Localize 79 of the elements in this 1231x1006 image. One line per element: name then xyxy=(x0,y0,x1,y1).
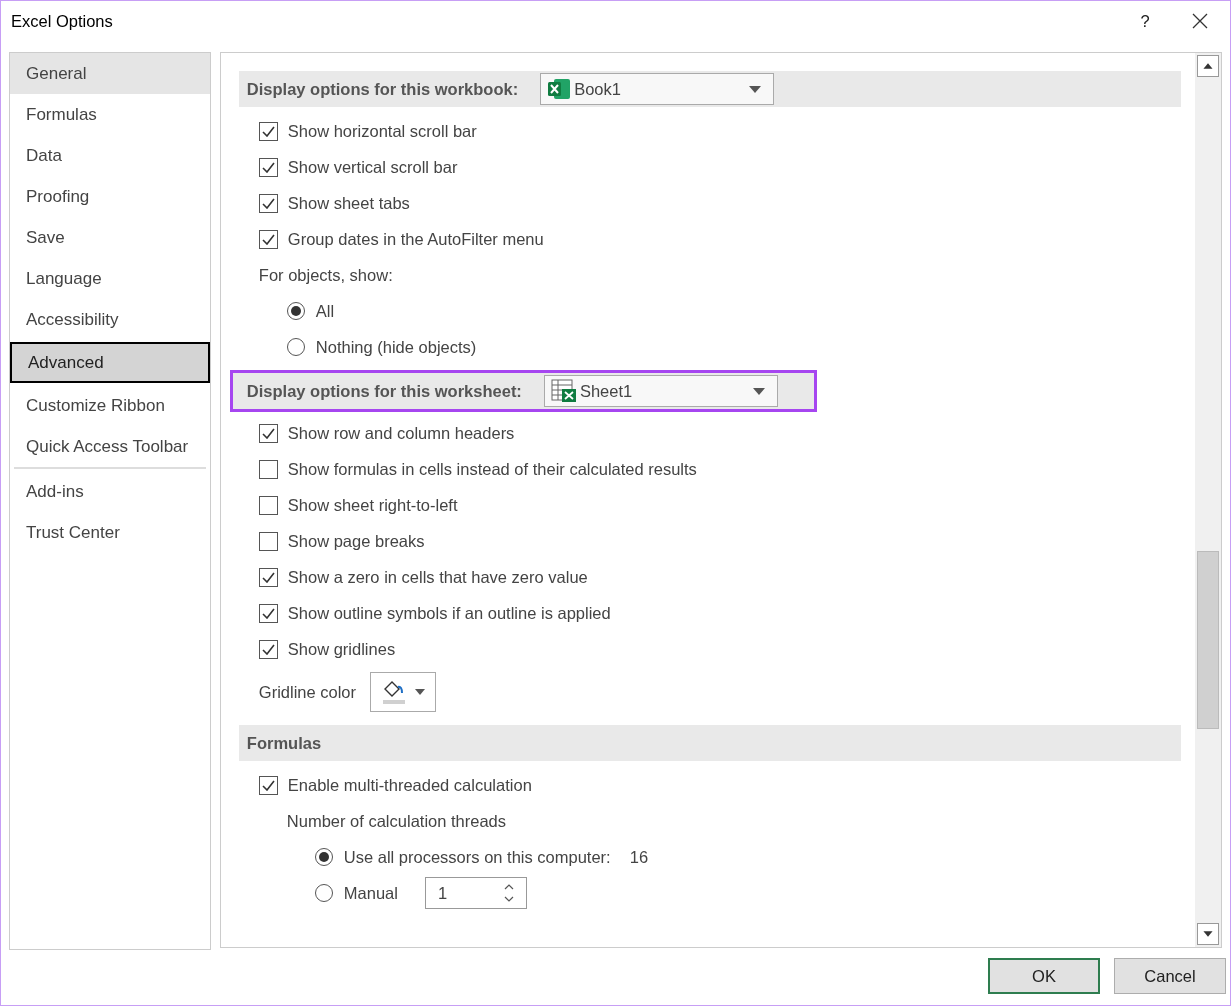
sidebar-item[interactable]: Quick Access Toolbar xyxy=(10,426,210,467)
checkbox[interactable] xyxy=(258,775,278,795)
sidebar-item[interactable]: General xyxy=(10,53,210,94)
number-spin-field[interactable]: 1 xyxy=(424,877,527,909)
checkmark-icon xyxy=(261,161,275,173)
option-label: Number of calculation threads xyxy=(286,810,507,832)
spin-arrows-icon xyxy=(503,883,514,903)
radio-button[interactable] xyxy=(314,884,333,902)
checkmark-icon xyxy=(261,779,275,791)
checkbox-label: Show row and column headers xyxy=(287,422,515,444)
checkbox[interactable] xyxy=(258,229,278,249)
checkbox-label: Show sheet right-to-left xyxy=(287,494,458,516)
sidebar-item[interactable]: Add-ins xyxy=(10,471,210,512)
color-picker-button[interactable] xyxy=(370,672,437,712)
sidebar-item[interactable]: Trust Center xyxy=(10,512,210,553)
sheet-dropdown[interactable]: Book1 xyxy=(540,73,775,105)
checkbox[interactable] xyxy=(258,423,278,443)
scroll-down-icon[interactable] xyxy=(1197,923,1219,945)
dropdown-caret-icon xyxy=(749,85,762,93)
checkmark-icon xyxy=(261,427,275,439)
checkbox-label: Show outline symbols if an outline is applied xyxy=(287,602,611,624)
checkmark-icon xyxy=(261,571,275,583)
checkbox[interactable] xyxy=(258,603,278,623)
section-title: Display options for this worksheet: xyxy=(246,380,522,402)
processor-count: 16 xyxy=(629,846,649,868)
sidebar-item[interactable]: Language xyxy=(10,258,210,299)
spreadsheet-app-icon xyxy=(547,78,572,100)
checkbox-label: Show formulas in cells instead of their calculated results xyxy=(287,458,697,480)
dropdown-caret-icon xyxy=(415,689,426,695)
radio-label: All xyxy=(315,300,335,322)
checkbox-label: Show page breaks xyxy=(287,530,425,552)
checkmark-icon xyxy=(261,643,275,655)
radio-label: Use all processors on this computer: xyxy=(343,846,611,868)
radio-button[interactable] xyxy=(314,848,333,866)
checkbox-label: Show sheet tabs xyxy=(287,192,410,214)
option-label: For objects, show: xyxy=(258,264,393,286)
checkbox-label: Show vertical scroll bar xyxy=(287,156,458,178)
radio-button[interactable] xyxy=(286,338,305,356)
sheet-dropdown[interactable]: Sheet1 xyxy=(543,375,778,407)
radio-button[interactable] xyxy=(286,302,305,320)
dropdown-caret-icon xyxy=(752,387,765,395)
worksheet-icon xyxy=(550,379,577,403)
checkbox-label: Show horizontal scroll bar xyxy=(287,120,477,142)
checkbox[interactable] xyxy=(258,459,278,479)
sidebar-item[interactable]: Save xyxy=(10,217,210,258)
ok-button[interactable]: OK xyxy=(988,958,1100,994)
checkbox[interactable] xyxy=(258,157,278,177)
checkmark-icon xyxy=(261,197,275,209)
sidebar-item[interactable]: Proofing xyxy=(10,176,210,217)
window-title: Excel Options xyxy=(11,10,113,32)
sidebar-item[interactable]: Accessibility xyxy=(10,299,210,340)
radio-label: Manual xyxy=(343,882,398,904)
cancel-button[interactable]: Cancel xyxy=(1114,958,1226,994)
scroll-up-icon[interactable] xyxy=(1197,55,1219,77)
radio-label: Nothing (hide objects) xyxy=(315,336,477,358)
scrollbar-thumb[interactable] xyxy=(1197,551,1219,729)
checkbox-label: Group dates in the AutoFilter menu xyxy=(287,228,544,250)
help-button[interactable]: ? xyxy=(1120,2,1170,40)
checkbox-label: Show a zero in cells that have zero value xyxy=(287,566,588,588)
sidebar-item[interactable]: Formulas xyxy=(10,94,210,135)
checkbox-label: Enable multi-threaded calculation xyxy=(287,774,532,796)
checkbox[interactable] xyxy=(258,495,278,515)
sidebar-item[interactable]: Advanced xyxy=(10,342,210,383)
checkmark-icon xyxy=(261,233,275,245)
sidebar-item[interactable]: Customize Ribbon xyxy=(10,385,210,426)
sidebar-item[interactable]: Data xyxy=(10,135,210,176)
checkbox[interactable] xyxy=(258,193,278,213)
checkbox[interactable] xyxy=(258,531,278,551)
scrollbar[interactable] xyxy=(1195,53,1221,947)
checkbox[interactable] xyxy=(258,121,278,141)
section-title: Display options for this workbook: xyxy=(246,78,519,100)
close-icon xyxy=(1192,13,1208,29)
checkbox-label: Show gridlines xyxy=(287,638,396,660)
option-label: Gridline color xyxy=(258,681,357,703)
checkmark-icon xyxy=(261,125,275,137)
checkbox[interactable] xyxy=(258,639,278,659)
section-title: Formulas xyxy=(246,732,322,754)
checkbox[interactable] xyxy=(258,567,278,587)
checkmark-icon xyxy=(261,607,275,619)
